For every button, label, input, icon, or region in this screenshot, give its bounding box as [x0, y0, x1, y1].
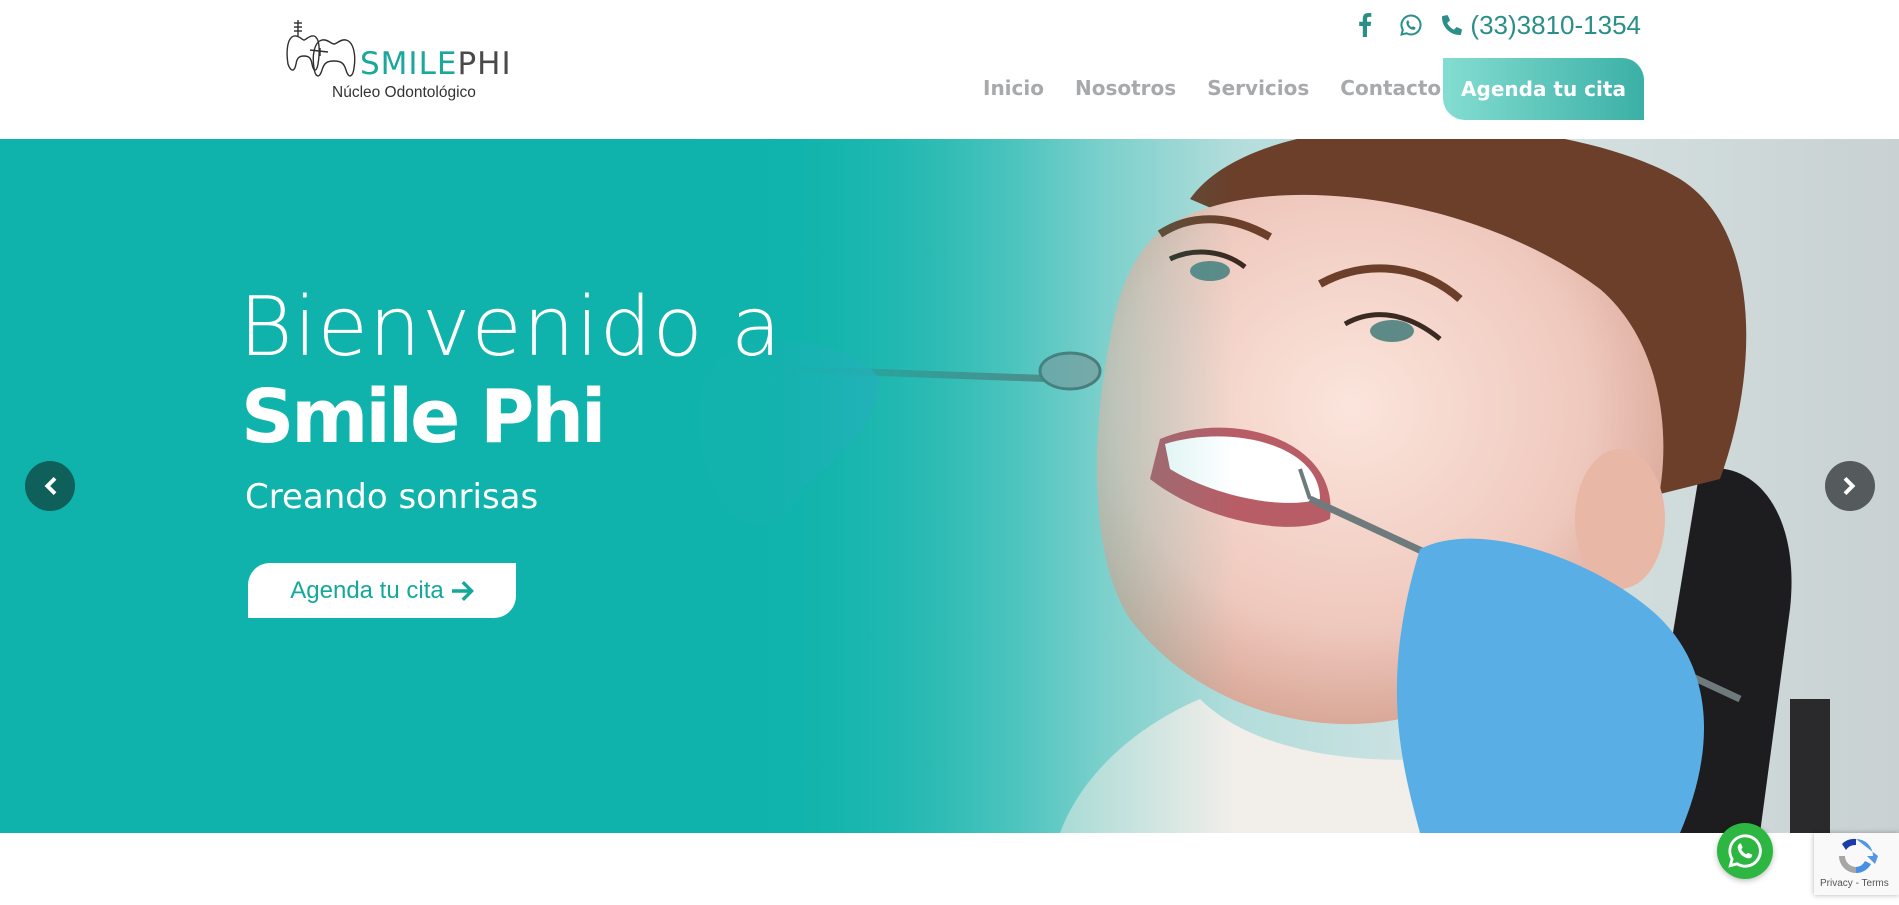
phone-link[interactable]: (33)3810-1354: [1442, 10, 1641, 41]
hero-title-line2: Smile Phi: [241, 374, 606, 460]
chevron-right-icon: [1843, 477, 1856, 495]
recaptcha-logo-icon: [1839, 838, 1878, 873]
arrow-right-icon: [451, 580, 474, 601]
carousel-next-button[interactable]: [1825, 461, 1875, 511]
logo-smile-text: SMILE: [360, 46, 458, 82]
whatsapp-icon: [1728, 834, 1762, 868]
teeth-logo-icon: [286, 20, 356, 77]
logo-phi-text: PHI: [457, 46, 512, 82]
whatsapp-icon: [1400, 14, 1422, 36]
carousel-prev-button[interactable]: [25, 461, 75, 511]
hero-slider: Bienvenido a Smile Phi Creando sonrisas …: [0, 139, 1899, 833]
main-nav: Inicio Nosotros Servicios Contacto: [983, 58, 1472, 118]
contact-topbar: (33)3810-1354: [1350, 8, 1641, 42]
phone-icon: [1442, 15, 1463, 35]
chevron-left-icon: [44, 477, 57, 495]
recaptcha-privacy-link[interactable]: Privacy: [1820, 878, 1853, 889]
whatsapp-float-button[interactable]: [1717, 823, 1773, 879]
whatsapp-link[interactable]: [1396, 10, 1426, 40]
nav-item-inicio[interactable]: Inicio: [983, 76, 1044, 100]
nav-item-contacto[interactable]: Contacto: [1340, 76, 1441, 100]
recaptcha-links: Privacy - Terms: [1820, 878, 1889, 889]
facebook-icon: [1359, 13, 1372, 37]
logo-wordmark: SMILEPHI: [360, 46, 512, 82]
hero-title-line1: Bienvenido a: [239, 280, 783, 375]
hero-subtitle: Creando sonrisas: [245, 477, 539, 517]
phone-number: (33)3810-1354: [1470, 9, 1641, 40]
nav-item-servicios[interactable]: Servicios: [1207, 76, 1309, 100]
logo-tagline: Núcleo Odontológico: [332, 84, 476, 101]
nav-item-nosotros[interactable]: Nosotros: [1075, 76, 1176, 100]
nav-agenda-cita-button[interactable]: Agenda tu cita: [1443, 58, 1644, 120]
hero-cta-label: Agenda tu cita: [290, 576, 444, 604]
recaptcha-badge[interactable]: Privacy - Terms: [1814, 833, 1899, 895]
site-header: SMILEPHI Núcleo Odontológico (33)3810-13…: [0, 0, 1899, 139]
recaptcha-terms-link[interactable]: Terms: [1862, 878, 1889, 889]
recaptcha-separator: -: [1855, 878, 1859, 889]
facebook-link[interactable]: [1350, 10, 1380, 40]
hero-agenda-cita-button[interactable]: Agenda tu cita: [248, 563, 516, 618]
brand-logo[interactable]: SMILEPHI Núcleo Odontológico: [284, 18, 524, 106]
